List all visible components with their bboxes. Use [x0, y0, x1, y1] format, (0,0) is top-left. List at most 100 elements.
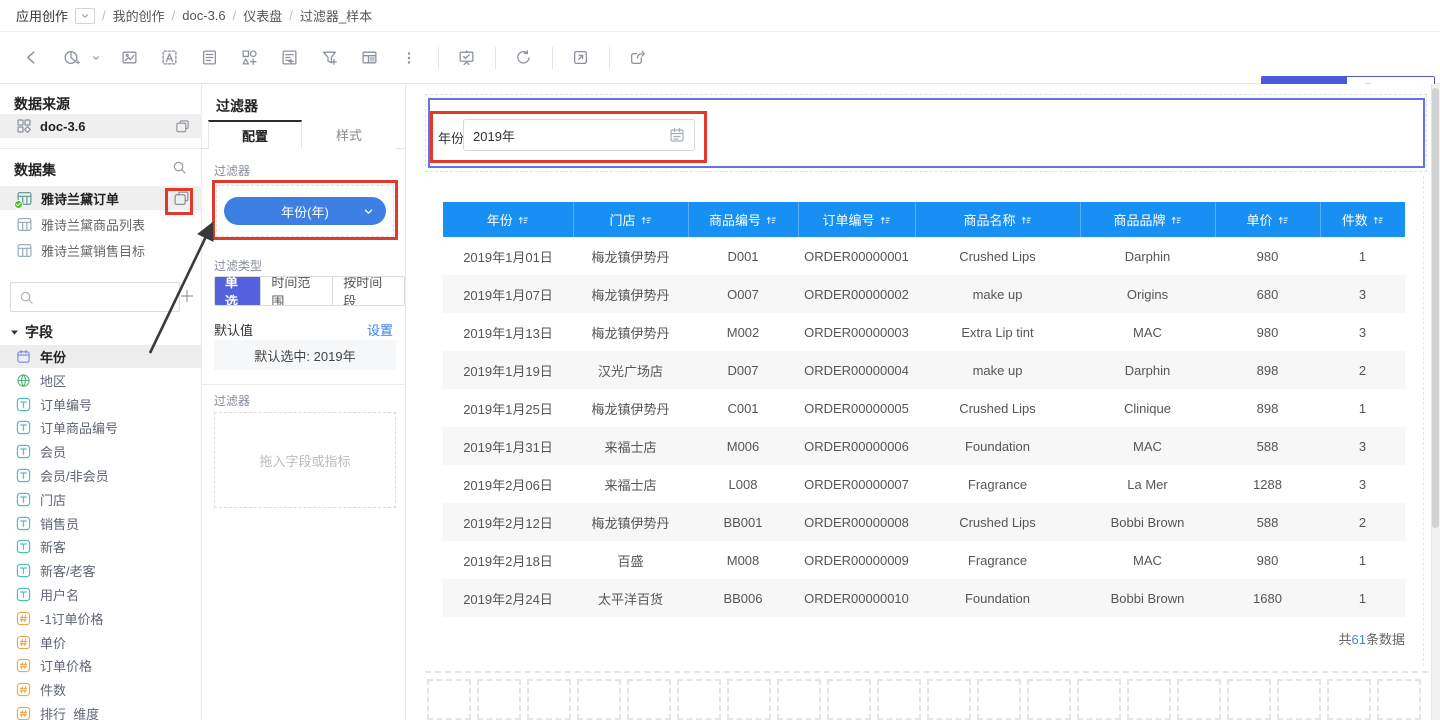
dataset-item[interactable]: 雅诗兰黛销售目标 — [0, 238, 202, 262]
column-header[interactable]: 订单编号 — [798, 202, 915, 237]
caret-down-icon — [10, 328, 19, 337]
sort-icon[interactable] — [1170, 214, 1182, 226]
switch-source-icon[interactable] — [175, 119, 190, 134]
sort-icon[interactable] — [765, 214, 777, 226]
type-time-range[interactable]: 时间范围 — [260, 277, 332, 305]
column-header[interactable]: 年份 — [443, 202, 573, 237]
document-icon[interactable] — [194, 43, 224, 73]
sort-icon[interactable] — [1372, 214, 1384, 226]
column-header[interactable]: 门店 — [573, 202, 688, 237]
field-item[interactable]: 单价 — [0, 631, 201, 654]
breadcrumb-item[interactable]: 仪表盘 — [243, 6, 282, 25]
add-field-icon[interactable] — [179, 288, 195, 304]
field-item[interactable]: 排行_维度 — [0, 702, 201, 720]
sort-icon[interactable] — [1277, 214, 1289, 226]
image-icon[interactable] — [114, 43, 144, 73]
breadcrumb-separator: / — [172, 8, 176, 23]
column-header[interactable]: 商品名称 — [915, 202, 1080, 237]
field-item[interactable]: 年份 — [0, 345, 201, 368]
table-cell: BB001 — [688, 503, 798, 541]
filter-field-dropdown[interactable]: 年份(年) — [224, 197, 386, 225]
field-item[interactable]: 用户名 — [0, 583, 201, 606]
breadcrumb-app-menu[interactable]: 应用创作 — [16, 6, 68, 25]
text-icon[interactable] — [154, 43, 184, 73]
sort-icon[interactable] — [879, 214, 891, 226]
table-cell: MAC — [1080, 313, 1215, 351]
column-header[interactable]: 商品编号 — [688, 202, 798, 237]
field-label: 订单价格 — [40, 656, 92, 675]
field-item[interactable]: 新客 — [0, 535, 201, 558]
data-source-item[interactable]: doc-3.6 — [0, 114, 202, 138]
chart-icon[interactable] — [56, 43, 86, 73]
present-icon[interactable] — [451, 43, 481, 73]
table-cell: 3 — [1320, 427, 1405, 465]
data-table[interactable]: 年份门店商品编号订单编号商品名称商品品牌单价件数 2019年1月01日梅龙镇伊势… — [443, 202, 1405, 617]
field-label: 订单商品编号 — [40, 418, 118, 437]
breadcrumb-item[interactable]: doc-3.6 — [182, 8, 225, 23]
field-item[interactable]: 会员/非会员 — [0, 464, 201, 487]
column-header[interactable]: 商品品牌 — [1080, 202, 1215, 237]
field-item[interactable]: 订单编号 — [0, 393, 201, 416]
field-drop-zone[interactable]: 拖入字段或指标 — [214, 412, 396, 508]
table-cell: 梅龙镇伊势丹 — [573, 389, 688, 427]
refresh-icon[interactable] — [508, 43, 538, 73]
field-item[interactable]: 件数 — [0, 678, 201, 701]
caret-down-icon[interactable] — [88, 43, 104, 73]
expand-icon[interactable] — [565, 43, 595, 73]
chevron-down-icon[interactable] — [75, 8, 95, 24]
component-icon[interactable] — [234, 43, 264, 73]
table-icon[interactable] — [354, 43, 384, 73]
breadcrumb-item[interactable]: 我的创作 — [113, 6, 165, 25]
back-icon[interactable] — [16, 43, 46, 73]
funnel-add-icon[interactable] — [314, 43, 344, 73]
field-number-icon — [16, 706, 31, 720]
table-cell: 588 — [1215, 427, 1320, 465]
table-cell: 980 — [1215, 541, 1320, 579]
calendar-icon[interactable] — [669, 127, 685, 143]
tab-config[interactable]: 配置 — [208, 120, 302, 149]
field-item[interactable]: 地区 — [0, 369, 201, 392]
field-label: 新客 — [40, 537, 66, 556]
sort-icon[interactable] — [517, 214, 529, 226]
field-label: 年份 — [40, 347, 66, 366]
table-row: 2019年1月01日梅龙镇伊势丹D001ORDER00000001Crushed… — [443, 237, 1405, 275]
column-header[interactable]: 件数 — [1320, 202, 1405, 237]
year-filter-input[interactable]: 2019年 — [463, 119, 695, 151]
dataset-item[interactable]: 雅诗兰黛订单 — [0, 186, 202, 210]
field-item[interactable]: 门店 — [0, 488, 201, 511]
canvas-grid-cell — [1327, 679, 1371, 720]
dataset-item[interactable]: 雅诗兰黛商品列表 — [0, 212, 202, 236]
share-icon[interactable] — [622, 43, 652, 73]
more-icon[interactable] — [394, 43, 424, 73]
field-item[interactable]: 新客/老客 — [0, 559, 201, 582]
list-add-icon[interactable] — [274, 43, 304, 73]
default-value-set-link[interactable]: 设置 — [367, 320, 393, 339]
type-time-period[interactable]: 按时间段 — [332, 277, 404, 305]
scrollbar[interactable] — [1431, 84, 1440, 720]
tab-style[interactable]: 样式 — [302, 120, 396, 149]
default-value-box[interactable]: 默认选中: 2019年 — [214, 340, 396, 370]
breadcrumb-item-current: 过滤器_样本 — [300, 6, 372, 25]
sort-icon[interactable] — [1020, 214, 1032, 226]
fields-section-toggle[interactable]: 字段 — [10, 322, 53, 342]
field-item[interactable]: 会员 — [0, 440, 201, 463]
sidebar: 数据来源 doc-3.6 数据集 雅诗兰黛订单雅诗兰黛商品列表雅诗兰黛销售目标 — [0, 84, 202, 720]
field-search-input[interactable] — [10, 282, 180, 312]
field-item[interactable]: 订单价格 — [0, 654, 201, 677]
sort-icon[interactable] — [640, 214, 652, 226]
canvas-grid-cell — [1227, 679, 1271, 720]
switch-dataset-icon[interactable] — [173, 190, 190, 207]
field-item[interactable]: -1订单价格 — [0, 607, 201, 630]
table-row-count: 共61条数据 — [1100, 629, 1405, 648]
year-filter-value: 2019年 — [473, 126, 669, 145]
type-single-select[interactable]: 单选 — [215, 277, 260, 305]
column-header[interactable]: 单价 — [1215, 202, 1320, 237]
dataset-title: 数据集 — [14, 160, 56, 180]
field-item[interactable]: 订单商品编号 — [0, 416, 201, 439]
canvas-grid-cell — [1177, 679, 1221, 720]
field-item[interactable]: 销售员 — [0, 512, 201, 535]
scrollbar-thumb[interactable] — [1432, 88, 1439, 528]
table-cell: 2019年2月06日 — [443, 465, 573, 503]
search-icon[interactable] — [172, 160, 187, 175]
table-cell: La Mer — [1080, 465, 1215, 503]
